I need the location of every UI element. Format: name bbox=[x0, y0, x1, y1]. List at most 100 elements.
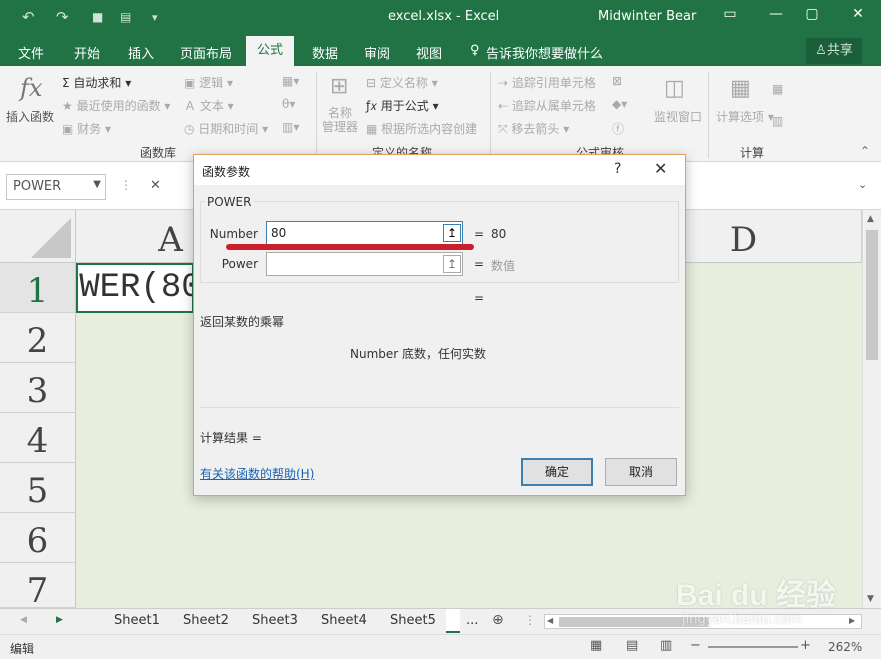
financial-button[interactable]: ▣ 财务 ▾ bbox=[62, 120, 111, 137]
save-icon[interactable]: ■ bbox=[92, 10, 103, 24]
tab-home[interactable]: 开始 bbox=[74, 43, 100, 62]
ok-button[interactable]: 确定 bbox=[521, 458, 593, 486]
tab-data[interactable]: 数据 bbox=[312, 43, 338, 62]
lookup-icon[interactable]: ▦▾ bbox=[282, 74, 299, 88]
redo-icon[interactable]: ↷ bbox=[56, 8, 69, 26]
sheet-tab[interactable]: Sheet3 bbox=[252, 613, 298, 628]
sheet-tab[interactable]: Sheet1 bbox=[114, 613, 160, 628]
show-formulas-icon[interactable]: ⊠ bbox=[612, 74, 622, 88]
text-button[interactable]: Ａ 文本 ▾ bbox=[184, 97, 234, 114]
share-button[interactable]: ♙共享 bbox=[806, 38, 862, 64]
drag-handle-icon: ⋮ bbox=[120, 178, 132, 192]
chevron-down-icon[interactable]: ▼ bbox=[93, 179, 101, 190]
recent-functions-button[interactable]: ★ 最近使用的函数 ▾ bbox=[62, 97, 170, 114]
cancel-entry-icon[interactable]: ✕ bbox=[150, 178, 161, 193]
restore-button[interactable]: ▢ bbox=[800, 6, 824, 26]
watermark: Bai du 经验 jingyan.baidu.com bbox=[676, 560, 876, 630]
row-header-1[interactable]: 1 bbox=[0, 263, 76, 313]
group-divider bbox=[708, 72, 709, 158]
evaluate-formula-icon[interactable]: ⓕ bbox=[612, 120, 624, 137]
row-header-2[interactable]: 2 bbox=[0, 313, 76, 363]
logical-label: 逻辑 bbox=[199, 76, 224, 90]
zoom-slider[interactable] bbox=[708, 646, 798, 648]
name-box[interactable]: POWER ▼ bbox=[6, 174, 106, 200]
minimize-button[interactable]: — bbox=[764, 6, 788, 26]
tell-me-search[interactable]: 告诉我你想要做什么 bbox=[486, 43, 603, 62]
more-sheets[interactable]: ... bbox=[466, 613, 478, 628]
zoom-in-icon[interactable]: + bbox=[800, 638, 811, 653]
sheet-tab[interactable]: Sheet5 bbox=[390, 613, 436, 628]
scroll-left-icon[interactable]: ◀ bbox=[547, 616, 553, 625]
trace-dependents-button[interactable]: ⇠ 追踪从属单元格 bbox=[498, 97, 596, 114]
close-button[interactable]: ✕ bbox=[846, 6, 870, 26]
vertical-scrollbar[interactable]: ▲ ▼ bbox=[862, 210, 881, 608]
number-arg-label: Number bbox=[209, 227, 258, 241]
undo-icon[interactable]: ↶ bbox=[22, 8, 35, 26]
row-header-4[interactable]: 4 bbox=[0, 413, 76, 463]
add-sheet-icon[interactable]: ⊕ bbox=[492, 612, 504, 628]
prev-sheet-icon[interactable]: ◀ bbox=[20, 615, 27, 625]
expand-formula-bar-icon[interactable]: ⌄ bbox=[858, 178, 867, 191]
remove-arrows-button[interactable]: ⤧ 移去箭头 ▾ bbox=[498, 120, 569, 137]
zoom-out-icon[interactable]: − bbox=[690, 638, 701, 653]
next-sheet-icon[interactable]: ▶ bbox=[56, 615, 63, 625]
scroll-thumb[interactable] bbox=[866, 230, 878, 360]
datetime-button[interactable]: ◷ 日期和时间 ▾ bbox=[184, 120, 268, 137]
row-header-3[interactable]: 3 bbox=[0, 363, 76, 413]
tab-insert[interactable]: 插入 bbox=[128, 43, 154, 62]
tab-file[interactable]: 文件 bbox=[18, 43, 44, 62]
autosum-button[interactable]: Σ 自动求和 ▾ bbox=[62, 74, 131, 91]
calc-sheet-icon[interactable]: ▥ bbox=[772, 114, 783, 128]
math-icon[interactable]: θ▾ bbox=[282, 97, 295, 111]
customize-toolbar-icon[interactable]: ▾ bbox=[152, 11, 158, 24]
active-sheet-tab[interactable] bbox=[446, 609, 460, 633]
select-all-corner[interactable] bbox=[0, 210, 76, 263]
tab-page-layout[interactable]: 页面布局 bbox=[180, 43, 232, 62]
normal-view-icon[interactable]: ▦ bbox=[590, 638, 602, 653]
row-header-6[interactable]: 6 bbox=[0, 513, 76, 563]
watch-window-button[interactable]: 监视窗口 bbox=[654, 108, 702, 125]
logical-button[interactable]: ▣ 逻辑 ▾ bbox=[184, 74, 233, 91]
row-header-5[interactable]: 5 bbox=[0, 463, 76, 513]
name-manager-button[interactable]: 名称 管理器 bbox=[322, 106, 358, 134]
insert-function-button[interactable]: 插入函数 bbox=[6, 108, 54, 125]
tab-view[interactable]: 视图 bbox=[416, 43, 442, 62]
more-functions-icon[interactable]: ▥▾ bbox=[282, 120, 299, 134]
scroll-up-icon[interactable]: ▲ bbox=[867, 214, 874, 224]
user-name[interactable]: Midwinter Bear bbox=[598, 9, 696, 24]
ribbon-display-icon[interactable]: ▭ bbox=[718, 6, 742, 26]
dialog-close-icon[interactable]: ✕ bbox=[654, 159, 667, 178]
page-break-view-icon[interactable]: ▥ bbox=[660, 638, 672, 653]
help-question-icon[interactable]: ? bbox=[614, 161, 621, 177]
calc-now-icon[interactable]: ▦ bbox=[772, 82, 783, 96]
zoom-level[interactable]: 262% bbox=[828, 640, 862, 654]
cancel-button[interactable]: 取消 bbox=[605, 458, 677, 486]
calc-options-button[interactable]: 计算选项 ▾ bbox=[716, 108, 774, 125]
number-arg-input[interactable]: 80 bbox=[266, 221, 463, 245]
use-in-formula-button[interactable]: ƒ𝑥 用于公式 ▾ bbox=[366, 97, 439, 114]
function-help-link[interactable]: 有关该函数的帮助(H) bbox=[200, 465, 314, 482]
name-box-value: POWER bbox=[13, 179, 62, 194]
splitter-icon[interactable]: ⋮ bbox=[524, 613, 536, 627]
page-layout-view-icon[interactable]: ▤ bbox=[626, 638, 638, 653]
financial-label: 财务 bbox=[77, 122, 102, 136]
active-cell-a1[interactable]: =POWER(80 bbox=[76, 263, 194, 313]
sheet-tab[interactable]: Sheet4 bbox=[321, 613, 367, 628]
power-arg-input[interactable] bbox=[266, 252, 463, 276]
trace-precedents-button[interactable]: ⇢ 追踪引用单元格 bbox=[498, 74, 596, 91]
tab-review[interactable]: 审阅 bbox=[364, 43, 390, 62]
collapse-ribbon-icon[interactable]: ⌃ bbox=[860, 144, 870, 158]
sheet-tab[interactable]: Sheet2 bbox=[183, 613, 229, 628]
row-header-7[interactable]: 7 bbox=[0, 563, 76, 611]
collapse-dialog-icon[interactable]: ↥ bbox=[443, 224, 461, 242]
error-checking-icon[interactable]: ◆▾ bbox=[612, 97, 627, 111]
formula-icon: ƒ𝑥 bbox=[366, 99, 381, 113]
define-name-button[interactable]: ⊟ 定义名称 ▾ bbox=[366, 74, 438, 91]
create-from-selection-button[interactable]: ▦ 根据所选内容创建 bbox=[366, 120, 477, 137]
book-icon: ▣ bbox=[62, 122, 78, 136]
tab-formulas[interactable]: 公式 bbox=[246, 36, 294, 66]
open-icon[interactable]: ▤ bbox=[120, 10, 131, 24]
dialog-title-bar[interactable]: 函数参数 ? ✕ bbox=[194, 155, 685, 185]
collapse-dialog-icon[interactable]: ↥ bbox=[443, 255, 461, 273]
dialog-divider bbox=[200, 407, 679, 408]
